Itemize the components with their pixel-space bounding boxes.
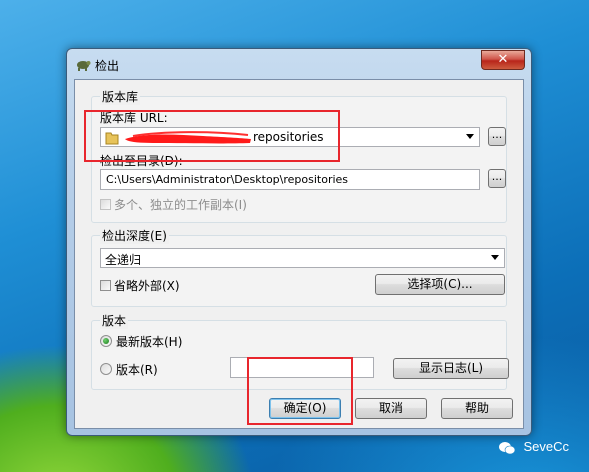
ok-button[interactable]: 确定(O) (269, 398, 341, 419)
depth-group: 检出深度(E) 全递归 省略外部(X) 选择项(C)... (91, 227, 507, 307)
specific-revision-label: 版本(R) (116, 363, 158, 377)
help-button-label: 帮助 (464, 401, 489, 415)
revision-input[interactable] (230, 357, 374, 378)
repository-group-title: 版本库 (100, 88, 141, 105)
title-bar[interactable]: 检出 ✕ (67, 49, 531, 79)
url-browse-button[interactable]: ... (488, 127, 506, 146)
redaction-mark (125, 131, 251, 144)
url-value: repositories (253, 130, 324, 144)
watermark-text: SeveCc (523, 439, 569, 454)
folder-icon (105, 132, 119, 145)
show-log-label: 显示日志(L) (418, 361, 484, 375)
dir-browse-button[interactable]: ... (488, 169, 506, 188)
wechat-icon (498, 441, 516, 454)
options-button-label: 选择项(C)... (407, 277, 473, 291)
head-revision-radio[interactable] (100, 335, 112, 347)
omit-externals-label: 省略外部(X) (114, 279, 180, 293)
cancel-button-label: 取消 (378, 401, 403, 415)
options-button[interactable]: 选择项(C)... (375, 274, 505, 295)
omit-externals-checkbox[interactable] (100, 280, 111, 291)
cancel-button[interactable]: 取消 (355, 398, 427, 419)
revision-group: 版本 最新版本(H) 版本(R) 显示日志(L) (91, 312, 509, 390)
chevron-down-icon (491, 255, 499, 260)
help-button[interactable]: 帮助 (441, 398, 513, 419)
depth-value: 全递归 (105, 253, 142, 267)
ok-button-label: 确定(O) (283, 401, 327, 415)
specific-revision-radio[interactable] (100, 363, 112, 375)
close-button[interactable]: ✕ (481, 50, 525, 70)
show-log-button[interactable]: 显示日志(L) (393, 358, 509, 379)
url-combobox[interactable]: repositories (100, 127, 480, 147)
window-title: 检出 (95, 59, 120, 73)
head-revision-label: 最新版本(H) (116, 335, 183, 349)
close-icon: ✕ (497, 52, 509, 67)
url-label: 版本库 URL: (100, 111, 168, 125)
checkout-dir-label: 检出至目录(D): (100, 154, 183, 168)
chevron-down-icon (466, 134, 474, 139)
dir-browse-label: ... (491, 170, 503, 183)
url-browse-label: ... (491, 128, 503, 141)
depth-combobox[interactable]: 全递归 (100, 248, 505, 268)
depth-group-title: 检出深度(E) (100, 227, 169, 244)
checkout-dialog: 检出 ✕ 版本库 版本库 URL: repositories ... 检出至目录… (66, 48, 532, 436)
revision-group-title: 版本 (100, 312, 129, 329)
checkout-dir-input[interactable]: C:\Users\Administrator\Desktop\repositor… (100, 169, 480, 190)
checkout-dir-value: C:\Users\Administrator\Desktop\repositor… (106, 173, 349, 186)
watermark: SeveCc (498, 439, 569, 455)
tortoise-icon (77, 61, 91, 71)
multiple-working-copies-checkbox[interactable] (100, 199, 111, 210)
multiple-working-copies-label: 多个、独立的工作副本(I) (114, 198, 247, 212)
dialog-body: 版本库 版本库 URL: repositories ... 检出至目录(D): … (74, 79, 524, 429)
repository-group: 版本库 版本库 URL: repositories ... 检出至目录(D): … (91, 88, 507, 223)
